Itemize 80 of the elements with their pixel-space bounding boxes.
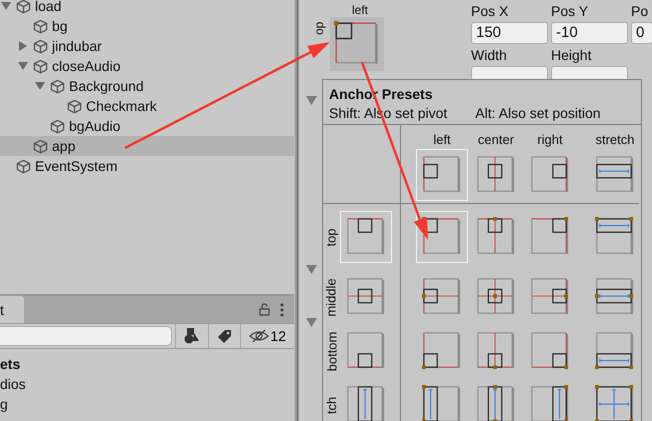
anchor-preset-icon xyxy=(476,155,516,195)
anchor-preset-icon xyxy=(595,385,635,421)
anchor-row-label: op xyxy=(312,21,326,35)
anchor-preset-icon xyxy=(595,155,635,195)
anchor-preset-icon xyxy=(476,277,516,317)
cube-icon xyxy=(33,138,48,154)
column-label: center xyxy=(476,131,516,147)
hierarchy-item[interactable]: Background xyxy=(0,76,294,96)
anchor-preset-icon xyxy=(422,385,462,421)
project-item[interactable]: dios xyxy=(0,374,294,394)
anchor-preset-icon xyxy=(595,331,635,371)
hierarchy-item[interactable]: jindubar xyxy=(0,36,294,56)
expand-arrow-icon[interactable] xyxy=(1,2,11,10)
eye-slash-icon xyxy=(249,329,270,343)
anchor-preset-icon xyxy=(530,331,570,371)
cube-icon xyxy=(50,78,65,94)
search-field[interactable] xyxy=(0,326,172,346)
cube-icon xyxy=(16,158,31,174)
expand-arrow-icon[interactable] xyxy=(35,82,45,90)
row-label: tch xyxy=(324,396,339,414)
hierarchy-item[interactable]: load xyxy=(0,0,294,16)
anchor-preset-icon xyxy=(530,217,570,257)
anchor-preset-icon xyxy=(530,277,570,317)
foldout-arrow-icon[interactable] xyxy=(306,265,316,274)
hierarchy-item[interactable]: closeAudio xyxy=(0,56,294,76)
hint-text: Alt: Also set position xyxy=(475,105,601,121)
cube-icon xyxy=(33,18,48,34)
project-item[interactable]: ets xyxy=(0,354,294,374)
hierarchy-item[interactable]: EventSystem xyxy=(0,156,294,176)
number-field[interactable]: 150 xyxy=(471,22,548,44)
anchor-preset-icon xyxy=(422,331,462,371)
anchor-preset-icon xyxy=(422,155,462,195)
hierarchy-item[interactable]: bg xyxy=(0,16,294,36)
field-label: Pos Y xyxy=(551,3,590,21)
field-label: Po xyxy=(631,3,650,21)
anchor-preset-icon xyxy=(476,385,516,421)
foldout-arrow-icon[interactable] xyxy=(306,318,316,327)
column-label: right xyxy=(536,131,564,147)
more-menu-icon[interactable] xyxy=(280,302,284,316)
anchor-preset-icon xyxy=(595,277,635,317)
lock-icon[interactable] xyxy=(259,303,270,316)
anchor-preset-icon xyxy=(346,385,386,421)
field-label: Width xyxy=(471,47,508,65)
hierarchy-item[interactable]: Checkmark xyxy=(0,96,294,116)
anchor-preset-button[interactable] xyxy=(330,17,384,71)
anchor-preset-icon xyxy=(595,217,635,257)
foldout-arrow-icon[interactable] xyxy=(306,96,316,105)
number-field[interactable]: -10 xyxy=(551,22,628,44)
anchor-preset-icon xyxy=(530,385,570,421)
field-label: Pos X xyxy=(471,3,510,21)
anchor-preset-icon xyxy=(476,217,516,257)
cube-icon xyxy=(33,38,48,54)
anchor-preset-icon xyxy=(346,331,386,371)
row-label: middle xyxy=(324,278,339,316)
anchor-preset-icon xyxy=(530,155,570,195)
column-label: left xyxy=(432,131,452,147)
cube-icon xyxy=(50,118,65,134)
anchor-preset-icon xyxy=(422,277,462,317)
anchor-preset-button[interactable] xyxy=(340,211,392,263)
cube-icon xyxy=(33,58,48,74)
anchor-preset-icon xyxy=(346,277,386,317)
project-item[interactable]: g xyxy=(0,394,294,414)
anchor-preset-icon xyxy=(476,331,516,371)
collapse-arrow-icon[interactable] xyxy=(19,41,27,51)
anchor-column-label: left xyxy=(352,3,368,17)
column-label: stretch xyxy=(594,131,636,147)
hierarchy-item[interactable]: app xyxy=(0,136,294,156)
anchor-preset-button[interactable] xyxy=(416,149,468,201)
hierarchy-item[interactable]: bgAudio xyxy=(0,116,294,136)
number-field[interactable]: 0 xyxy=(631,22,652,44)
tag-icon xyxy=(217,328,232,344)
project-tab[interactable]: t xyxy=(0,296,24,323)
anchor-preset-icon xyxy=(346,217,386,257)
row-label: top xyxy=(324,228,339,246)
cube-icon xyxy=(16,0,31,14)
row-label: bottom xyxy=(324,331,339,371)
field-label: Height xyxy=(551,47,592,65)
cube-icon xyxy=(67,98,82,114)
shapes-icon xyxy=(184,328,200,344)
expand-arrow-icon[interactable] xyxy=(18,62,28,70)
